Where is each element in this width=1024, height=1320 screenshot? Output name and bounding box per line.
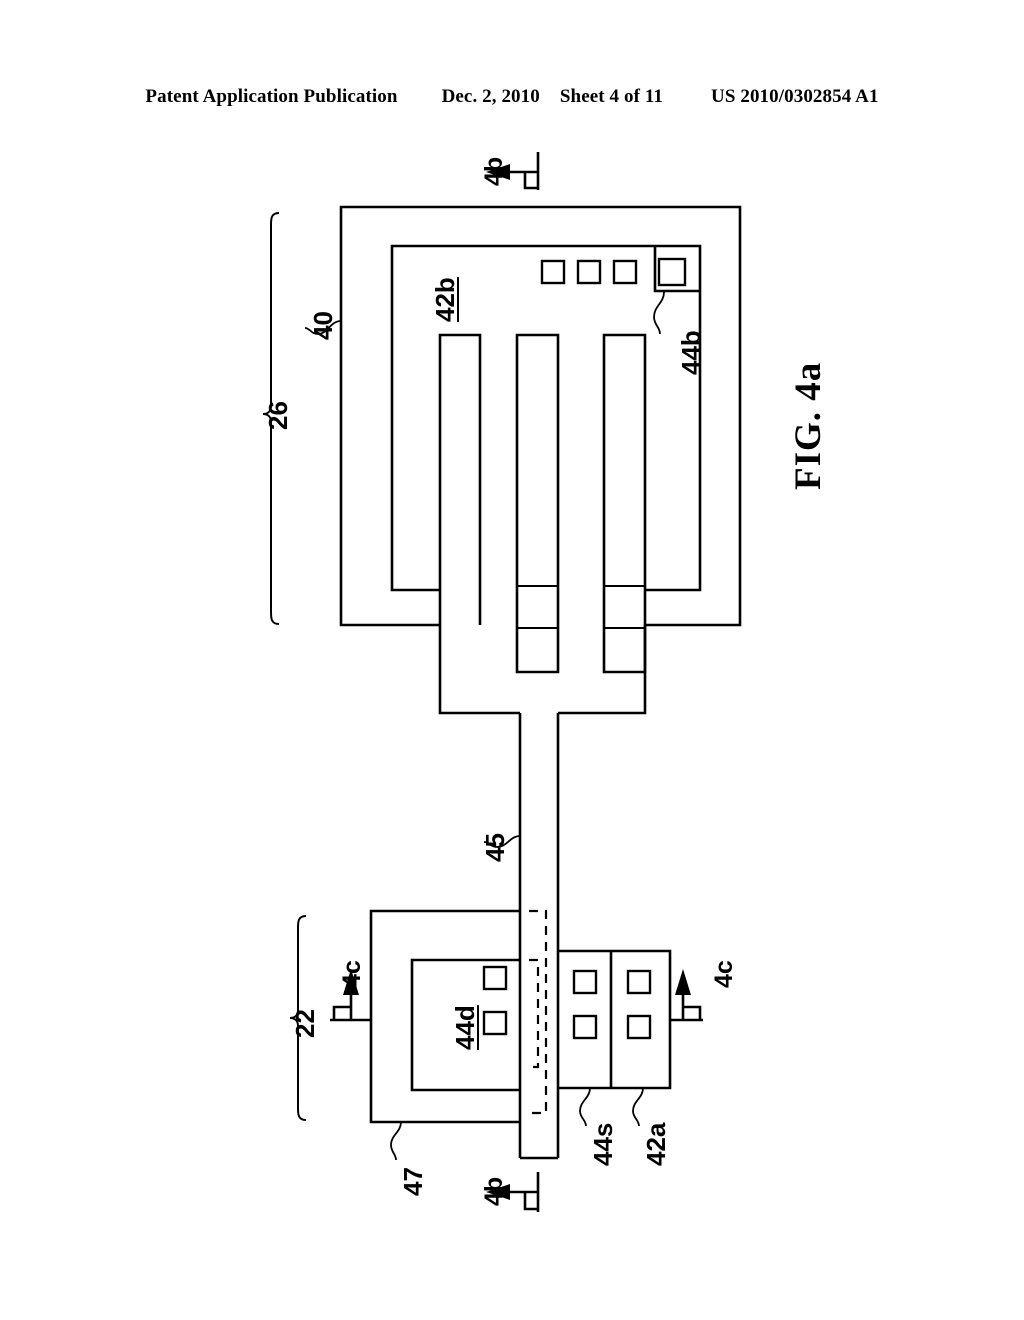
label-section-4b-bottom: 4b — [480, 1176, 508, 1206]
plate-pad-42a — [626, 1014, 652, 1040]
inner-plate-42b-right — [645, 244, 702, 592]
leader-44b — [653, 291, 665, 335]
die-pad — [482, 965, 508, 991]
label-section-4c-left: 4c — [338, 960, 366, 988]
contact-pad-44b — [657, 257, 687, 287]
interconnect-45-right — [558, 625, 647, 715]
comb-finger-slot-middle-right — [602, 333, 647, 674]
contact-pad — [576, 259, 602, 285]
label-44b: 44b — [676, 330, 706, 375]
label-42a: 42a — [641, 1122, 671, 1166]
buried-outline-dashed — [529, 909, 548, 1115]
source-pad-44s — [572, 1014, 598, 1040]
comb-finger-slot-middle — [515, 333, 560, 674]
label-42b: 42b — [430, 277, 460, 322]
patent-page: Patent Application Publication Dec. 2, 2… — [0, 0, 1024, 1320]
label-47: 47 — [398, 1167, 428, 1196]
leader-47 — [390, 1121, 402, 1161]
label-44d: 44d — [450, 1005, 480, 1050]
figure-drawing: 26 40 42b 44b 45 22 44d 47 44s 42a 4b 4b… — [0, 0, 1024, 1320]
label-40: 40 — [308, 311, 338, 340]
outer-body-40 — [339, 205, 440, 627]
contact-pad — [540, 259, 566, 285]
label-26: 26 — [263, 401, 293, 430]
label-45: 45 — [480, 833, 510, 862]
leader-44s — [579, 1087, 591, 1127]
figure-svg — [262, 152, 742, 1212]
die-pad — [482, 1010, 508, 1036]
buried-outline-dashed-inner — [529, 958, 540, 1069]
figure-caption: FIG. 4a — [788, 361, 829, 490]
leader-42a — [632, 1087, 644, 1127]
label-44s: 44s — [588, 1122, 618, 1166]
label-section-4b-top: 4b — [480, 156, 508, 186]
comb-finger-slot-left — [438, 333, 482, 625]
interconnect-45-left — [438, 625, 520, 715]
section-marker-4c-right — [670, 969, 703, 1022]
label-section-4c-right: 4c — [710, 960, 738, 988]
label-22: 22 — [290, 1009, 320, 1038]
plate-pad-42a — [626, 969, 652, 995]
contact-pad — [612, 259, 638, 285]
source-pad-44s — [572, 969, 598, 995]
